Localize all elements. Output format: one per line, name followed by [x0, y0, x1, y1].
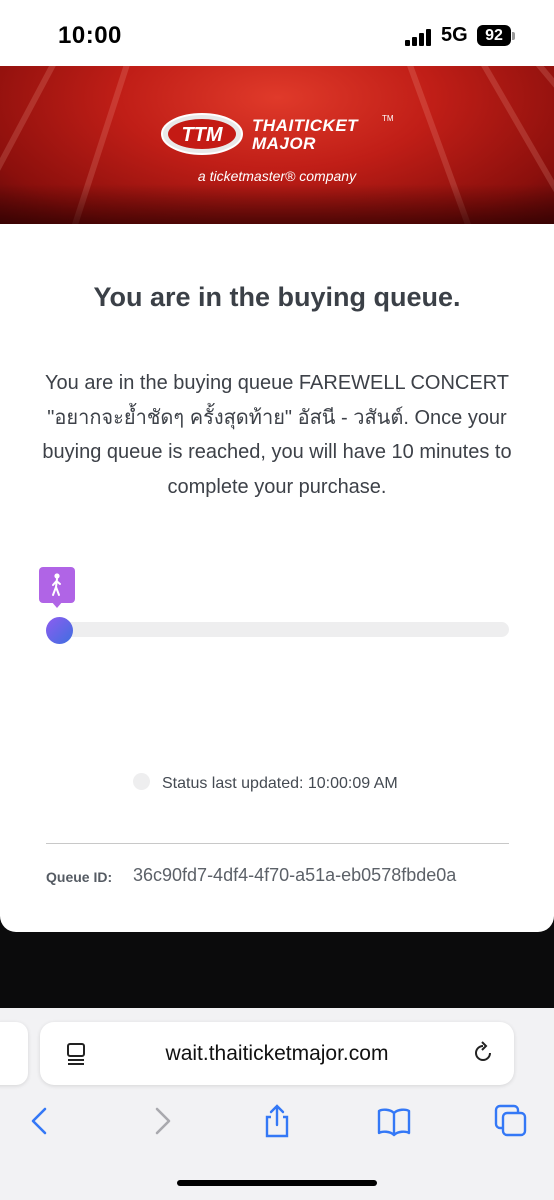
forward-chevron-icon[interactable] — [143, 1103, 179, 1139]
queue-id-value: 36c90fd7-4df4-4f70-a51a-eb0578fbde0a — [133, 865, 457, 885]
battery-level: 92 — [485, 27, 503, 44]
status-bar: 10:00 5G 92 — [0, 0, 554, 66]
browser-toolbar: wait.thaiticketmajor.com — [0, 1008, 554, 1200]
battery-icon: 92 — [477, 25, 511, 46]
status-indicator-icon — [133, 773, 150, 790]
home-indicator — [177, 1180, 377, 1186]
reload-icon[interactable] — [470, 1040, 496, 1066]
share-icon[interactable] — [259, 1103, 295, 1139]
back-chevron-icon[interactable] — [23, 1103, 59, 1139]
previous-tab-preview[interactable] — [0, 1022, 28, 1085]
book-icon[interactable] — [376, 1103, 412, 1139]
trademark-mark: TM — [382, 114, 394, 123]
divider — [46, 843, 509, 844]
battery-tip — [512, 32, 515, 40]
brand-name-line2: MAJOR — [252, 134, 316, 153]
queue-progress-bar — [46, 622, 509, 637]
status-time: 10:00 — [58, 22, 122, 49]
address-bar[interactable]: wait.thaiticketmajor.com — [40, 1022, 514, 1085]
queue-message: You are in the buying queue FAREWELL CON… — [42, 372, 512, 498]
brand-tagline: a ticketmaster® company — [197, 168, 357, 184]
queue-progress-marker — [46, 617, 73, 644]
queue-card: You are in the buying queue. You are in … — [0, 224, 554, 932]
header-banner: TTM THAITICKET MAJOR TM a ticketmaster® … — [0, 66, 554, 224]
network-type: 5G — [441, 24, 468, 46]
brand-name-line1: THAITICKET — [252, 116, 359, 135]
tabs-icon[interactable] — [493, 1103, 529, 1139]
ttm-logo-icon: TTM — [161, 113, 243, 155]
logo-letters: TTM — [181, 124, 223, 146]
page-title: You are in the buying queue. — [93, 282, 461, 312]
walker-pointer — [51, 601, 63, 608]
queue-id-label: Queue ID: — [46, 869, 113, 885]
status-last-updated: Status last updated: 10:00:09 AM — [162, 775, 398, 792]
url-text[interactable]: wait.thaiticketmajor.com — [40, 1042, 514, 1066]
cellular-signal-icon — [405, 28, 435, 46]
walking-person-icon — [39, 567, 75, 603]
crowd-silhouette — [0, 184, 554, 224]
